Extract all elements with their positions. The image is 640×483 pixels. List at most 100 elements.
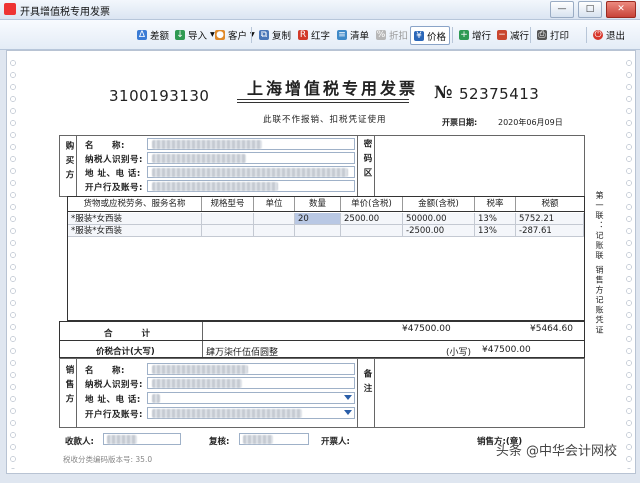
price-total-uppercase: 肆万柒仟伍佰圆整 [206,348,279,358]
reviewer-label: 复核: [209,437,230,447]
invoice-title: 上海增值税专用发票 [247,79,419,98]
price-total-label: 价税合计(大写) [96,347,155,357]
seller-name-field[interactable] [147,363,355,375]
cell-tax-rate[interactable]: 13% [475,225,516,237]
secret-area [377,137,583,195]
cell-unit[interactable] [254,213,295,225]
chevron-down-icon[interactable] [344,395,352,400]
import-icon: ↓ [175,29,185,40]
cell-spec[interactable] [202,225,254,237]
col-header-unit: 单位 [254,197,295,211]
app-icon [4,3,16,15]
invoice-notice: 此联不作报销、扣税凭证使用 [263,115,387,125]
cell-quantity[interactable]: 20 [295,213,341,225]
red-invoice-icon: R [298,29,308,40]
list-label: 清单 [350,30,370,42]
discount-button[interactable]: % 折扣 [373,26,411,43]
table-row[interactable]: *服装*女西装 -2500.00 13% -287.61 [68,225,584,237]
discount-icon: % [376,29,386,40]
remark-label: 备注 [362,369,372,398]
cell-amount[interactable]: -2500.00 [403,225,475,237]
cell-tax[interactable]: -287.61 [516,225,584,237]
cell-quantity[interactable] [295,225,341,237]
add-row-icon: + [459,29,469,40]
buyer-name-field[interactable] [147,138,355,150]
col-header-name: 货物或应税劳务、服务名称 [68,197,202,211]
col-header-tax-rate: 税率 [475,197,516,211]
col-header-unit-price: 单价(含税) [341,197,403,211]
cell-spec[interactable] [202,213,254,225]
tax-code-version: 税收分类编码版本号: 35.0 [63,455,153,464]
totals-row: 合 计 ¥47500.00 ¥5464.60 [59,321,585,341]
red-invoice-button[interactable]: R 红字 [295,26,333,43]
exit-icon: ⏻ [593,29,603,40]
chevron-down-icon[interactable] [344,410,352,415]
copy-icon: ⧉ [259,29,269,40]
tractor-holes-left [9,59,17,469]
col-header-tax: 税额 [541,199,559,209]
toolbar-separator [251,27,252,43]
copy-button[interactable]: ⧉ 复制 [256,26,294,43]
remark-area[interactable] [377,360,583,426]
totals-divider [202,322,203,340]
copy-designation: 第一联：记账联 销售方记账凭证 [595,191,604,336]
toolbar-separator [452,27,453,43]
seller-section-label: 销售方 [64,365,74,409]
seller-address-dropdown[interactable] [147,392,355,404]
title-bar: 开具增值税专用发票 — □ ✕ [0,0,640,20]
price-total-divider [202,341,203,357]
payee-field[interactable] [103,433,181,445]
date-label: 开票日期: [442,118,478,127]
seller-bank-label: 开户行及账号: [85,410,143,420]
delete-row-button[interactable]: − 减行 [494,26,532,43]
print-icon: ⎙ [537,29,547,40]
buyer-taxid-field[interactable] [147,152,355,164]
cell-unit-price[interactable] [341,225,403,237]
maximize-button[interactable]: □ [578,1,602,18]
customer-icon: ● [215,29,225,40]
buyer-section-label: 购买方 [64,141,74,185]
import-button[interactable]: ↓ 导入 ▾ [172,26,218,43]
items-table-header: 货物或应税劳务、服务名称 规格型号 单位 数量 单价(含税) 金额(含税) 税率… [67,196,585,212]
seller-bank-dropdown[interactable] [147,407,355,419]
minimize-button[interactable]: — [550,1,574,18]
cell-unit[interactable] [254,225,295,237]
window-title: 开具增值税专用发票 [20,7,110,18]
window-controls: — □ ✕ [550,1,636,18]
delete-row-icon: − [497,29,507,40]
cell-tax[interactable]: 5752.21 [516,213,584,225]
cell-name[interactable]: *服装*女西装 [68,225,202,237]
price-button[interactable]: ¥ 价格 [410,26,451,45]
col-header-quantity: 数量 [295,197,341,211]
toolbar-separator [586,27,587,43]
seller-taxid-field[interactable] [147,377,355,389]
cell-amount[interactable]: 50000.00 [403,213,475,225]
cell-tax-rate[interactable]: 13% [475,213,516,225]
reviewer-field[interactable] [239,433,309,445]
import-label: 导入 [188,30,208,42]
totals-tax: ¥5464.60 [530,324,573,334]
buyer-address-label: 地 址、电 话: [85,169,141,179]
table-row[interactable]: *服装*女西装 20 2500.00 50000.00 13% 5752.21 [68,213,584,225]
buyer-address-field[interactable] [147,166,355,178]
secret-area-label: 密码区 [362,139,372,183]
red-invoice-label: 红字 [311,30,331,42]
cell-unit-price[interactable]: 2500.00 [341,213,403,225]
difference-label: 差额 [150,30,170,42]
close-button[interactable]: ✕ [606,1,636,18]
cell-name[interactable]: *服装*女西装 [68,213,202,225]
totals-label: 合 计 [104,329,155,339]
print-button[interactable]: ⎙ 打印 [534,26,572,43]
add-row-button[interactable]: + 增行 [456,26,494,43]
exit-button[interactable]: ⏻ 退出 [590,26,628,43]
price-label: 价格 [427,31,447,43]
toolbar-separator [530,27,531,43]
price-total-row: 价税合计(大写) 肆万柒仟伍佰圆整 (小写) ¥47500.00 [59,340,585,358]
list-button[interactable]: ≡ 清单 [334,26,372,43]
copy-label: 复制 [272,30,292,42]
seller-address-label: 地 址、电 话: [85,395,141,405]
buyer-bank-field[interactable] [147,180,355,192]
difference-button[interactable]: Δ 差额 [134,26,172,43]
date-value: 2020年06月09日 [498,118,563,127]
number-sign: № [434,83,453,103]
